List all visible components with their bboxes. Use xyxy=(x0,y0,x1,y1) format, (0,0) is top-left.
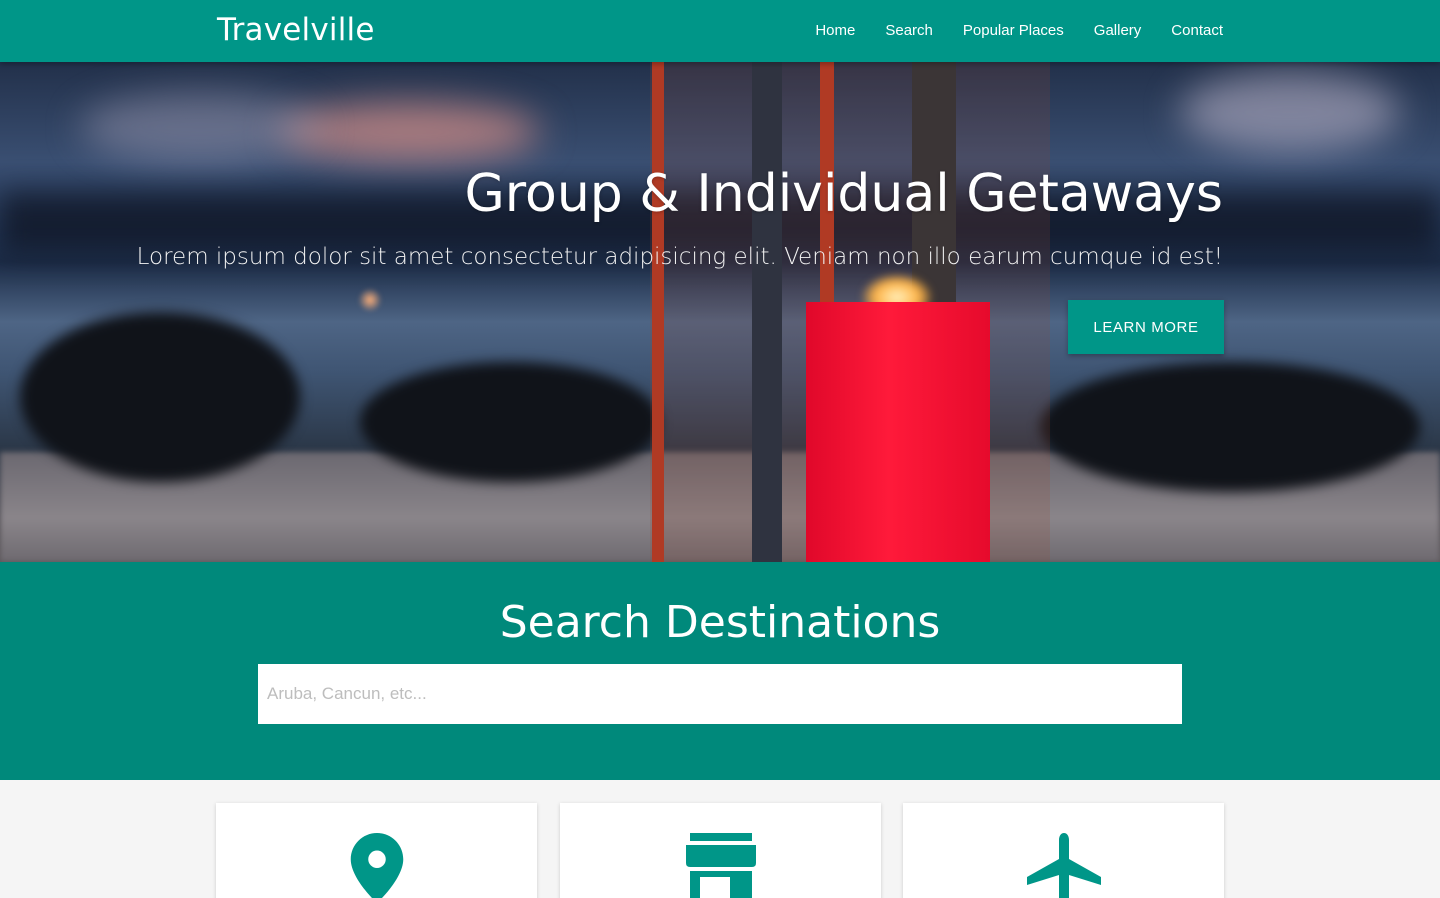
hero-candle xyxy=(806,302,990,562)
nav-item-contact: Contact xyxy=(1171,22,1223,40)
feature-card-store xyxy=(560,803,881,898)
hero-lantern-frame xyxy=(752,62,782,562)
nav-link-gallery[interactable]: Gallery xyxy=(1094,22,1142,39)
search-section: Search Destinations xyxy=(0,562,1440,780)
nav-link-contact[interactable]: Contact xyxy=(1171,22,1223,39)
airplane-icon xyxy=(1026,833,1101,898)
hero-subtitle: Lorem ipsum dolor sit amet consectetur a… xyxy=(136,244,1223,270)
nav-item-popular-places: Popular Places xyxy=(963,22,1064,40)
feature-card-flight xyxy=(903,803,1224,898)
nav-link-popular-places[interactable]: Popular Places xyxy=(963,22,1064,39)
hero-cloud xyxy=(80,92,320,162)
nav-item-home: Home xyxy=(815,22,855,40)
hero-foliage xyxy=(1040,362,1420,492)
nav-item-gallery: Gallery xyxy=(1094,22,1142,40)
search-input[interactable] xyxy=(258,664,1182,724)
hero-section: Group & Individual Getaways Lorem ipsum … xyxy=(0,62,1440,562)
nav-menu: Home Search Popular Places Gallery Conta… xyxy=(785,0,1223,62)
nav-item-search: Search xyxy=(885,22,933,40)
search-title: Search Destinations xyxy=(499,597,941,648)
map-marker-icon xyxy=(350,833,403,898)
feature-cards xyxy=(0,780,1440,898)
learn-more-button[interactable]: LEARN MORE xyxy=(1068,300,1224,354)
brand-logo[interactable]: Travelville xyxy=(217,10,375,50)
hero-foliage xyxy=(360,362,660,482)
nav-link-home[interactable]: Home xyxy=(815,22,855,39)
feature-card-location xyxy=(216,803,537,898)
nav-link-search[interactable]: Search xyxy=(885,22,933,39)
hero-foliage xyxy=(20,312,300,482)
hero-cloud xyxy=(1180,72,1400,152)
hero-title: Group & Individual Getaways xyxy=(464,164,1224,224)
store-icon xyxy=(685,833,756,898)
hero-cloud xyxy=(280,102,540,162)
hero-lantern-frame xyxy=(652,62,664,562)
top-navbar: Travelville Home Search Popular Places G… xyxy=(0,0,1440,62)
hero-light xyxy=(358,288,382,312)
